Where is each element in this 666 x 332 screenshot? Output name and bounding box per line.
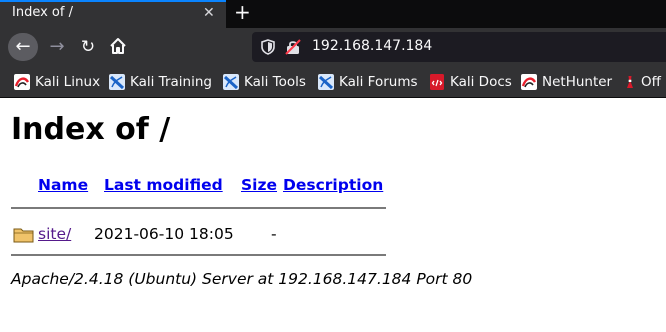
- folder-icon: [13, 228, 34, 243]
- bookmark-kali-linux[interactable]: Kali Linux: [14, 73, 100, 91]
- new-tab-button[interactable]: +: [234, 0, 251, 24]
- kali-dragon-icon: [14, 74, 30, 90]
- bookmark-kali-tools[interactable]: Kali Tools: [223, 73, 306, 91]
- kali-dragon-icon: [521, 74, 537, 90]
- home-icon: [110, 38, 126, 54]
- server-signature: Apache/2.4.18 (Ubuntu) Server at 192.168…: [11, 270, 473, 288]
- navigation-toolbar: ← → ↻ 192.168.147.184: [0, 28, 666, 66]
- header-divider: [11, 207, 386, 209]
- kali-training-icon: [223, 74, 239, 90]
- reload-button[interactable]: ↻: [77, 33, 99, 61]
- page-title: Index of /: [11, 112, 171, 147]
- column-header-name[interactable]: Name: [38, 176, 88, 194]
- bookmark-kali-training[interactable]: Kali Training: [109, 73, 212, 91]
- footer-divider: [11, 254, 386, 256]
- bookmark-label: Kali Tools: [244, 74, 306, 90]
- kali-training-icon: [109, 74, 125, 90]
- bookmark-label: Kali Training: [130, 74, 212, 90]
- url-text: 192.168.147.184: [312, 38, 433, 54]
- offsec-icon: [627, 76, 633, 88]
- bookmark-label: NetHunter: [542, 74, 613, 90]
- kali-docs-icon: [430, 74, 444, 90]
- bookmark-kali-forums[interactable]: Kali Forums: [318, 73, 418, 91]
- back-button[interactable]: ←: [8, 33, 38, 61]
- size-cell: -: [271, 225, 277, 243]
- column-header-description[interactable]: Description: [283, 176, 383, 194]
- last-modified-cell: 2021-06-10 18:05: [94, 225, 234, 243]
- page-content: Index of / Name Last modified Size Descr…: [0, 98, 666, 332]
- close-icon[interactable]: ✕: [203, 5, 215, 21]
- bookmark-offsec[interactable]: Off: [624, 73, 661, 91]
- bookmarks-toolbar: Kali Linux Kali Training Kali Tools Kali…: [0, 66, 666, 98]
- bookmark-kali-docs[interactable]: Kali Docs: [429, 73, 512, 91]
- kali-training-icon: [318, 74, 334, 90]
- insecure-lock-icon[interactable]: [285, 39, 301, 55]
- column-header-size[interactable]: Size: [241, 176, 277, 194]
- address-bar[interactable]: 192.168.147.184: [252, 32, 666, 62]
- tab-active[interactable]: Index of / ✕: [0, 0, 226, 28]
- column-header-last-modified[interactable]: Last modified: [104, 176, 223, 194]
- forward-button[interactable]: →: [46, 33, 68, 61]
- bookmark-label: Off: [641, 74, 661, 90]
- bookmark-label: Kali Forums: [339, 74, 418, 90]
- home-button[interactable]: [108, 36, 130, 58]
- bookmark-label: Kali Linux: [35, 74, 101, 90]
- tab-title: Index of /: [12, 5, 73, 20]
- bookmark-nethunter[interactable]: NetHunter: [521, 73, 612, 91]
- tab-strip: Index of / ✕ +: [0, 0, 666, 28]
- directory-link-site[interactable]: site/: [38, 225, 71, 243]
- bookmark-label: Kali Docs: [450, 74, 512, 90]
- tracking-shield-icon[interactable]: [261, 39, 275, 55]
